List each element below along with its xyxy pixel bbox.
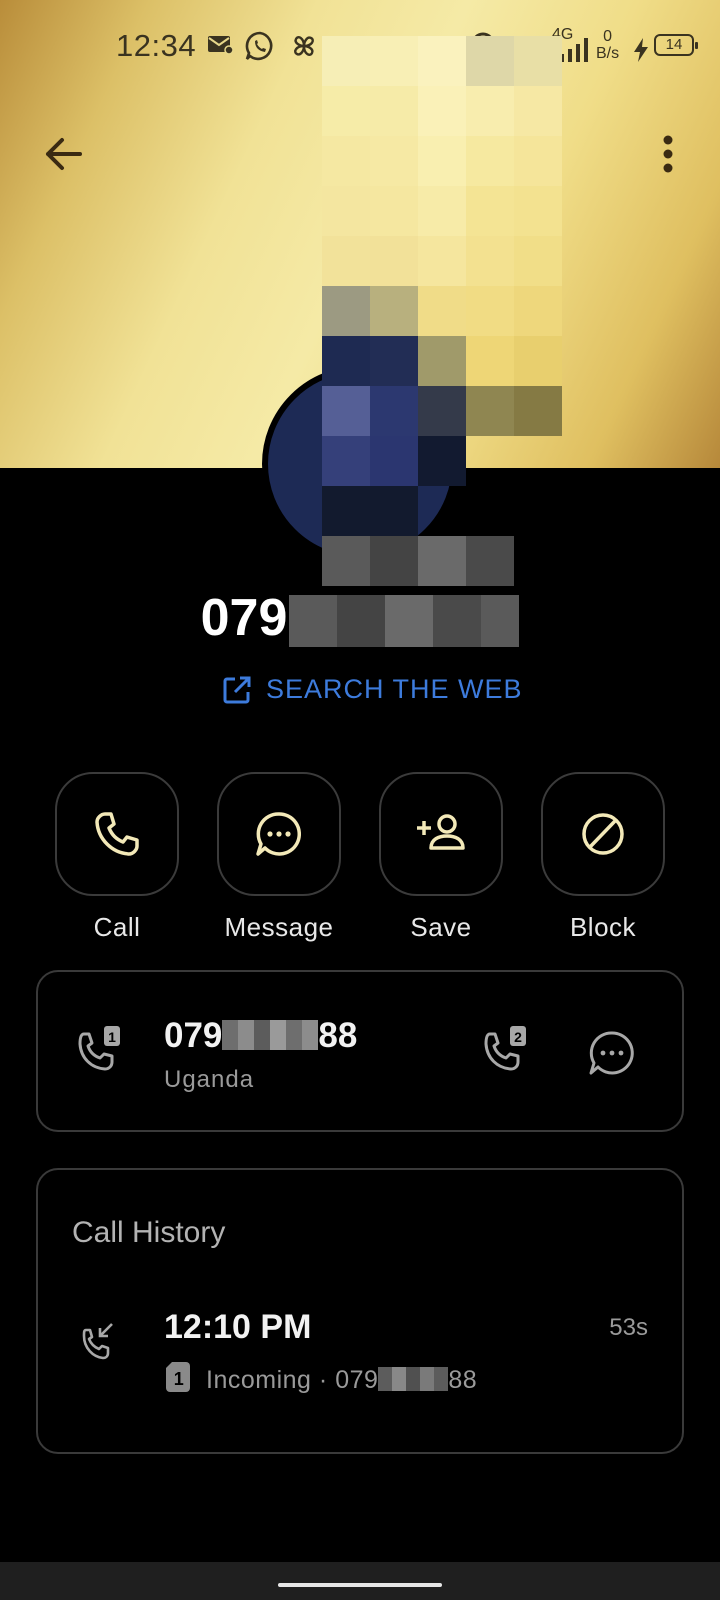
home-gesture-handle[interactable] <box>278 1583 442 1587</box>
number-message-button[interactable] <box>586 1028 638 1085</box>
svg-text:2: 2 <box>514 1029 522 1045</box>
block-label: Block <box>569 912 637 942</box>
battery-icon: 14 <box>654 34 698 56</box>
phone-icon <box>95 812 139 856</box>
call-history-entry[interactable]: 12:10 PM 53s 1 Incoming · 079 88 <box>38 1280 682 1420</box>
call-history-title: Call History <box>72 1216 226 1249</box>
add-contact-icon <box>417 814 465 850</box>
whatsapp-icon <box>244 30 276 70</box>
action-row: Call Message Save Block <box>54 772 666 942</box>
message-action[interactable]: Message <box>216 772 342 943</box>
arrow-left-icon <box>46 138 82 170</box>
network-speed: 0 B/s <box>596 28 619 62</box>
signal-icon <box>560 34 590 70</box>
call-duration: 53s <box>609 1314 648 1341</box>
search-web-link[interactable]: SEARCH THE WEB <box>222 674 523 705</box>
chat-bubble-icon <box>256 812 302 856</box>
status-time: 12:34 <box>116 28 197 63</box>
pinwheel-icon <box>288 30 320 70</box>
svg-text:1: 1 <box>108 1029 116 1045</box>
phone-country: Uganda <box>164 1066 255 1093</box>
phone-sim1-icon: 1 <box>78 1026 120 1071</box>
save-action[interactable]: Save <box>378 772 504 943</box>
network-speed-unit: B/s <box>596 45 620 62</box>
incoming-call-icon <box>80 1322 116 1365</box>
call-number-suffix: 88 <box>448 1366 478 1394</box>
call-detail: 1 Incoming · 079 88 <box>166 1362 477 1399</box>
phone-number-card: 1 079 88 Uganda 2 <box>36 970 684 1132</box>
call-time: 12:10 PM <box>164 1308 312 1346</box>
call-number-prefix: 079 <box>335 1366 379 1394</box>
save-button[interactable] <box>379 772 503 896</box>
search-web-label: SEARCH THE WEB <box>266 674 523 704</box>
call-action[interactable]: Call <box>54 772 180 943</box>
block-action[interactable]: Block <box>540 772 666 943</box>
block-icon <box>582 813 624 855</box>
charging-icon <box>632 34 650 70</box>
open-external-icon <box>223 676 251 703</box>
redacted-digits <box>222 1020 319 1050</box>
more-options-button[interactable] <box>648 130 688 178</box>
call-history-card: Call History 12:10 PM 53s 1 Incoming · 0… <box>36 1168 684 1454</box>
sim2-call-button[interactable]: 2 <box>480 1024 532 1083</box>
back-button[interactable] <box>40 130 88 178</box>
message-button[interactable] <box>217 772 341 896</box>
chat-bubble-icon <box>589 1031 634 1075</box>
contact-number: 079 <box>0 588 720 648</box>
email-notification-icon <box>206 30 234 66</box>
save-label: Save <box>410 912 472 942</box>
call-button[interactable] <box>55 772 179 896</box>
phone-number-prefix: 079 <box>164 1016 223 1055</box>
phone-number: 079 88 <box>164 1016 357 1056</box>
navigation-bar <box>0 1562 720 1600</box>
redacted-digits <box>378 1367 449 1391</box>
redacted-digits <box>289 595 520 648</box>
call-type: Incoming <box>206 1366 312 1394</box>
contact-number-prefix: 079 <box>200 589 288 647</box>
more-vertical-icon <box>663 135 673 173</box>
censored-overlay <box>322 36 562 596</box>
phone-sim2-icon: 2 <box>484 1026 526 1071</box>
sim1-call-button[interactable]: 1 <box>74 1024 126 1083</box>
network-speed-value: 0 <box>603 28 613 45</box>
block-button[interactable] <box>541 772 665 896</box>
call-detail-separator: · <box>318 1366 328 1394</box>
phone-number-suffix: 88 <box>318 1016 358 1055</box>
message-label: Message <box>224 912 334 942</box>
sim1-icon: 1 <box>166 1362 192 1399</box>
svg-text:1: 1 <box>174 1369 185 1389</box>
call-label: Call <box>93 912 141 942</box>
